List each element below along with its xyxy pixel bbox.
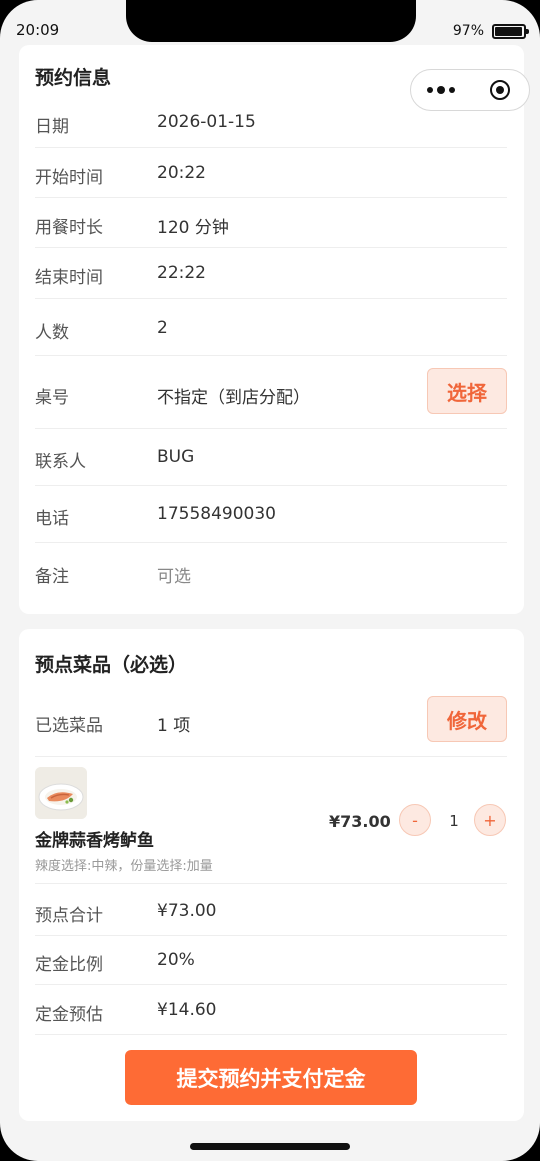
end-time-label: 结束时间 — [35, 268, 103, 288]
preorder-total-row: 预点合计 ¥73.00 — [35, 883, 507, 936]
start-time-value: 20:22 — [157, 163, 206, 183]
remark-input[interactable]: 可选 — [157, 562, 191, 587]
table-value: 不指定（到店分配） — [157, 388, 310, 408]
phone-screen: 20:09 97% 预约信息 日期 2026-01-15 开始时间 20:22 … — [0, 0, 540, 1161]
deposit-estimate-label: 定金预估 — [35, 1005, 103, 1025]
table-row: 桌号 不指定（到店分配） 选择 — [35, 355, 507, 429]
more-icon[interactable] — [411, 86, 471, 94]
selected-dishes-row: 已选菜品 1 项 修改 — [35, 688, 507, 757]
more-dot — [449, 87, 455, 93]
deposit-estimate-value: ¥14.60 — [157, 1000, 217, 1020]
date-label: 日期 — [35, 117, 69, 137]
dish-price: ¥73.00 — [329, 812, 391, 831]
preorder-card: 预点菜品（必选） 已选菜品 1 项 修改 金牌蒜香烤鲈鱼 辣度选择:中辣，份量选… — [19, 629, 524, 1121]
party-size-row[interactable]: 人数 2 — [35, 298, 507, 356]
status-time: 20:09 — [16, 21, 60, 39]
decrease-quantity-button[interactable]: - — [399, 804, 431, 836]
dish-image — [35, 767, 87, 819]
contact-label: 联系人 — [35, 452, 86, 472]
contact-value: BUG — [157, 447, 195, 467]
duration-value: 120 分钟 — [157, 218, 229, 238]
target-icon — [490, 80, 510, 100]
booking-info-title: 预约信息 — [35, 67, 112, 89]
submit-booking-button[interactable]: 提交预约并支付定金 — [125, 1050, 417, 1105]
deposit-ratio-value: 20% — [157, 950, 195, 970]
preorder-total-value: ¥73.00 — [157, 901, 217, 921]
selected-dishes-label: 已选菜品 — [35, 716, 103, 736]
status-right: 97% — [452, 23, 529, 39]
camera-notch — [126, 0, 416, 42]
selected-dishes-count: 1 项 — [157, 716, 191, 736]
remark-label: 备注 — [35, 567, 69, 587]
deposit-ratio-row: 定金比例 20% — [35, 934, 507, 985]
target-icon-center — [496, 86, 504, 94]
dish-thumbnail — [35, 767, 87, 819]
phone-label: 电话 — [35, 509, 69, 529]
battery-icon — [492, 23, 529, 39]
preorder-total-label: 预点合计 — [35, 906, 103, 926]
battery-level — [495, 26, 522, 36]
end-time-row: 结束时间 22:22 — [35, 247, 507, 299]
end-time-value: 22:22 — [157, 263, 206, 283]
duration-label: 用餐时长 — [35, 218, 103, 238]
more-dot — [427, 87, 433, 93]
party-size-value: 2 — [157, 318, 168, 338]
dish-name: 金牌蒜香烤鲈鱼 — [35, 831, 154, 851]
start-time-row[interactable]: 开始时间 20:22 — [35, 147, 507, 198]
table-label: 桌号 — [35, 388, 69, 408]
home-indicator — [190, 1143, 350, 1150]
deposit-ratio-label: 定金比例 — [35, 955, 103, 975]
preorder-title: 预点菜品（必选） — [35, 654, 188, 676]
duration-row[interactable]: 用餐时长 120 分钟 — [35, 197, 507, 248]
phone-row[interactable]: 电话 17558490030 — [35, 485, 507, 543]
modify-dishes-button[interactable]: 修改 — [427, 696, 507, 742]
dish-quantity: 1 — [449, 812, 459, 830]
increase-quantity-button[interactable]: + — [474, 804, 506, 836]
party-size-label: 人数 — [35, 323, 69, 343]
booking-info-card: 预约信息 日期 2026-01-15 开始时间 20:22 用餐时长 120 分… — [19, 45, 524, 614]
dish-spec: 辣度选择:中辣，份量选择:加量 — [35, 859, 213, 874]
select-table-button[interactable]: 选择 — [427, 368, 507, 414]
start-time-label: 开始时间 — [35, 168, 103, 188]
remark-row[interactable]: 备注 可选 — [35, 542, 507, 602]
more-dot — [437, 86, 445, 94]
date-value: 2026-01-15 — [157, 112, 256, 132]
miniprogram-capsule — [410, 69, 530, 111]
close-miniprogram-icon[interactable] — [471, 80, 529, 100]
phone-value: 17558490030 — [157, 504, 276, 524]
contact-row[interactable]: 联系人 BUG — [35, 428, 507, 486]
battery-percent: 97% — [452, 23, 484, 39]
deposit-estimate-row: 定金预估 ¥14.60 — [35, 984, 507, 1035]
